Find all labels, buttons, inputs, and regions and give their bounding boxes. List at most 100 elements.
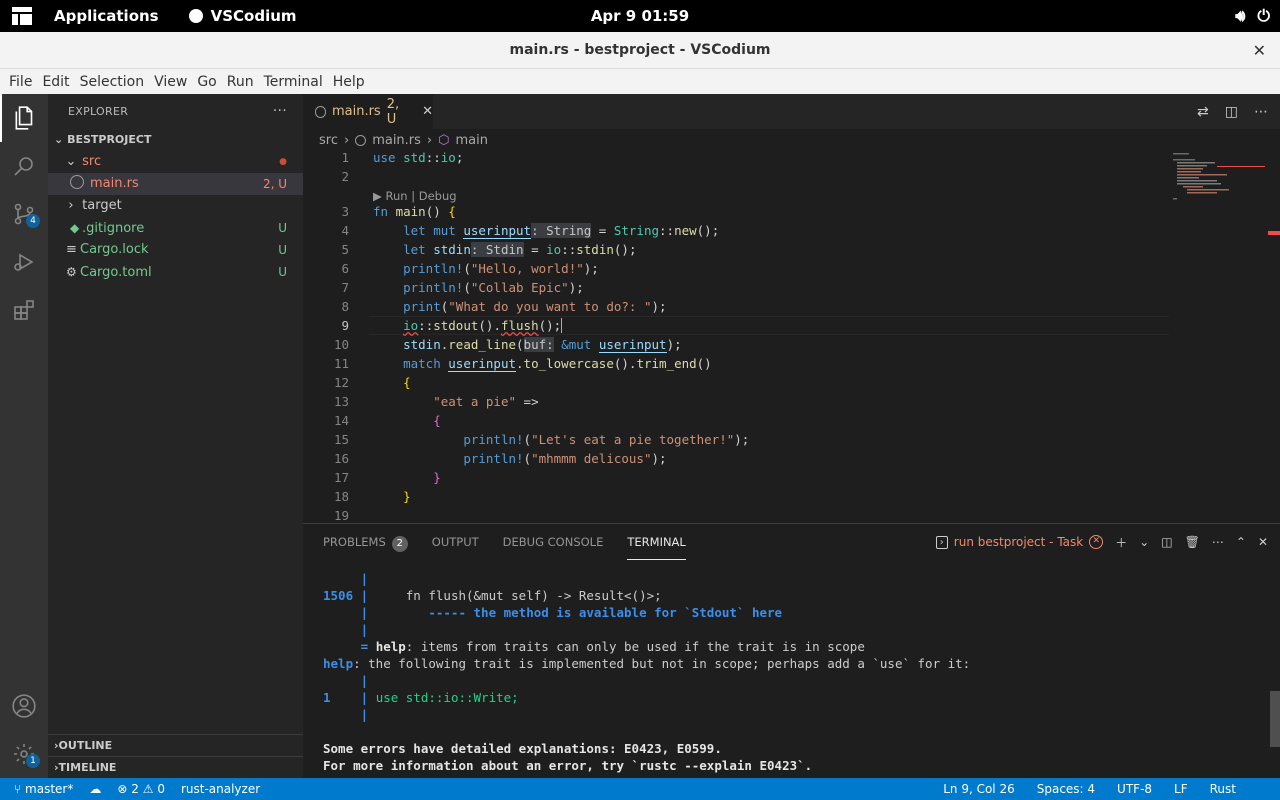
tree-item-src[interactable]: ⌄ src ● [48, 151, 303, 173]
minimap[interactable] [1171, 151, 1266, 211]
breadcrumb-symbol[interactable]: main [455, 133, 487, 148]
split-terminal-icon[interactable]: ◫ [1161, 535, 1172, 549]
encoding[interactable]: UTF-8 [1117, 782, 1152, 796]
line-number: 15 [333, 432, 349, 447]
indentation[interactable]: Spaces: 4 [1037, 782, 1095, 796]
menu-selection[interactable]: Selection [75, 74, 150, 90]
branch-indicator[interactable]: ⑂ master* [14, 782, 73, 796]
end-of-line[interactable]: LF [1174, 782, 1188, 796]
source-control-icon[interactable]: 4 [0, 190, 48, 238]
overview-ruler-error-marker [1268, 231, 1280, 235]
active-app-indicator[interactable]: VSCodium [188, 7, 297, 25]
maximize-panel-icon[interactable]: ⌃ [1236, 535, 1246, 549]
tree-item-decoration: U [278, 221, 287, 235]
code-line: fn main() { [373, 204, 456, 219]
rust-analyzer-status[interactable]: rust-analyzer [181, 782, 260, 796]
language-mode[interactable]: Rust [1210, 782, 1236, 796]
code-line: println!("Collab Epic"); [403, 280, 584, 295]
tree-item-gitignore[interactable]: ◆ .gitignore U [48, 217, 303, 239]
error-icon: ⊗ [117, 782, 128, 796]
terminal-scrollbar[interactable] [1270, 691, 1280, 747]
tab-terminal[interactable]: TERMINAL [627, 524, 686, 560]
more-actions-icon[interactable]: ⋯ [1254, 104, 1268, 120]
trash-icon[interactable]: 🗑︎ [1185, 535, 1200, 549]
line-number: 8 [341, 299, 349, 314]
active-app-name: VSCodium [210, 7, 297, 25]
explorer-header: EXPLORER ··· [48, 94, 303, 129]
extensions-icon[interactable] [0, 286, 48, 334]
terminal-line: | [323, 673, 369, 688]
chevron-right-icon: › [68, 198, 74, 213]
line-number: 3 [341, 204, 349, 219]
cursor-position[interactable]: Ln 9, Col 26 [943, 782, 1015, 796]
applications-grid-icon[interactable] [12, 7, 32, 25]
breadcrumb: src › main.rs › ⬡ main [303, 129, 1280, 151]
line-number: 9 [341, 318, 349, 333]
system-tray[interactable]: 🔊︎ ⏻ [1235, 0, 1270, 32]
tree-item-main-rs[interactable]: main.rs 2, U [48, 173, 303, 195]
gear-file-icon: ⚙ [66, 265, 77, 279]
problems-indicator[interactable]: ⊗ 2 ⚠ 0 [117, 782, 165, 796]
explorer-title: EXPLORER [68, 105, 129, 118]
code-line: println!("mhmmm delicous"); [463, 451, 667, 466]
tree-item-cargo-toml[interactable]: ⚙ Cargo.toml U [48, 261, 303, 283]
line-number: 11 [333, 356, 349, 371]
lines-file-icon: ≡ [66, 242, 77, 257]
code-line: println!("Hello, world!"); [403, 261, 599, 276]
breadcrumb-src[interactable]: src [319, 133, 338, 148]
breadcrumb-file[interactable]: main.rs [372, 133, 421, 148]
terminal-task-selector[interactable]: › run bestproject - Task ✕ [935, 535, 1104, 549]
menu-edit[interactable]: Edit [37, 74, 74, 90]
window-title-bar: main.rs - bestproject - VSCodium ✕ [0, 32, 1280, 69]
close-window-icon[interactable]: ✕ [1253, 32, 1266, 69]
chevron-down-icon[interactable]: ⌄ [1139, 535, 1149, 549]
project-section-header[interactable]: ⌄ BESTPROJECT [48, 129, 303, 151]
tree-item-target[interactable]: › target [48, 195, 303, 217]
timeline-title: TIMELINE [58, 761, 117, 774]
menu-go[interactable]: Go [192, 74, 221, 90]
task-label: run bestproject - Task [953, 535, 1084, 549]
menu-file[interactable]: File [4, 74, 37, 90]
applications-menu[interactable]: Applications [54, 7, 159, 25]
code-line: use std::io; [373, 151, 464, 165]
new-terminal-plus-icon[interactable]: ＋ [1115, 534, 1127, 551]
line-number: 4 [341, 223, 349, 238]
sync-icon[interactable]: ☁ [89, 782, 101, 796]
code-editor[interactable]: 1 2 3 4 5 6 7 8 9 10 11 12 13 14 15 16 1… [303, 151, 1280, 523]
tab-problems[interactable]: PROBLEMS 2 [323, 524, 408, 560]
timeline-section[interactable]: ›TIMELINE [48, 756, 303, 779]
search-icon[interactable] [0, 142, 48, 190]
close-panel-icon[interactable]: ✕ [1258, 535, 1268, 549]
tab-label: PROBLEMS [323, 535, 386, 549]
menu-view[interactable]: View [149, 74, 192, 90]
close-tab-icon[interactable]: ✕ [422, 104, 433, 119]
tab-debug-console[interactable]: DEBUG CONSOLE [503, 524, 604, 560]
run-debug-icon[interactable] [0, 238, 48, 286]
tree-item-cargo-lock[interactable]: ≡ Cargo.lock U [48, 239, 303, 261]
volume-icon[interactable]: 🔊︎ [1235, 6, 1245, 26]
explorer-icon[interactable] [0, 94, 48, 142]
code-line: "eat a pie" => [433, 394, 539, 409]
accounts-icon[interactable] [0, 682, 48, 730]
menu-help[interactable]: Help [328, 74, 370, 90]
tree-item-label: src [82, 154, 102, 169]
open-changes-icon[interactable]: ⇄ [1197, 104, 1209, 120]
settings-gear-icon[interactable]: 1 [0, 730, 48, 778]
line-number: 5 [341, 242, 349, 257]
more-actions-icon[interactable]: ⋯ [1212, 535, 1224, 549]
tree-item-label: main.rs [90, 176, 139, 191]
menu-run[interactable]: Run [222, 74, 259, 90]
activity-bar: 4 1 [0, 94, 48, 778]
terminal-line: = help: items from traits can only be us… [323, 639, 865, 654]
status-bar: ⑂ master* ☁ ⊗ 2 ⚠ 0 rust-analyzer Ln 9, … [0, 778, 1280, 800]
outline-section[interactable]: ›OUTLINE [48, 734, 303, 757]
split-editor-icon[interactable]: ◫ [1225, 104, 1238, 120]
more-actions-icon[interactable]: ··· [273, 94, 287, 129]
tree-item-label: Cargo.lock [80, 242, 149, 257]
terminal-output[interactable]: | 1506 | fn flush(&mut self) -> Result<(… [323, 570, 1253, 775]
power-icon[interactable]: ⏻ [1257, 6, 1270, 26]
tab-output[interactable]: OUTPUT [432, 524, 479, 560]
menu-terminal[interactable]: Terminal [259, 74, 328, 90]
tab-main-rs[interactable]: main.rs 2, U ✕ [303, 94, 433, 129]
tree-item-label: Cargo.toml [80, 265, 152, 280]
